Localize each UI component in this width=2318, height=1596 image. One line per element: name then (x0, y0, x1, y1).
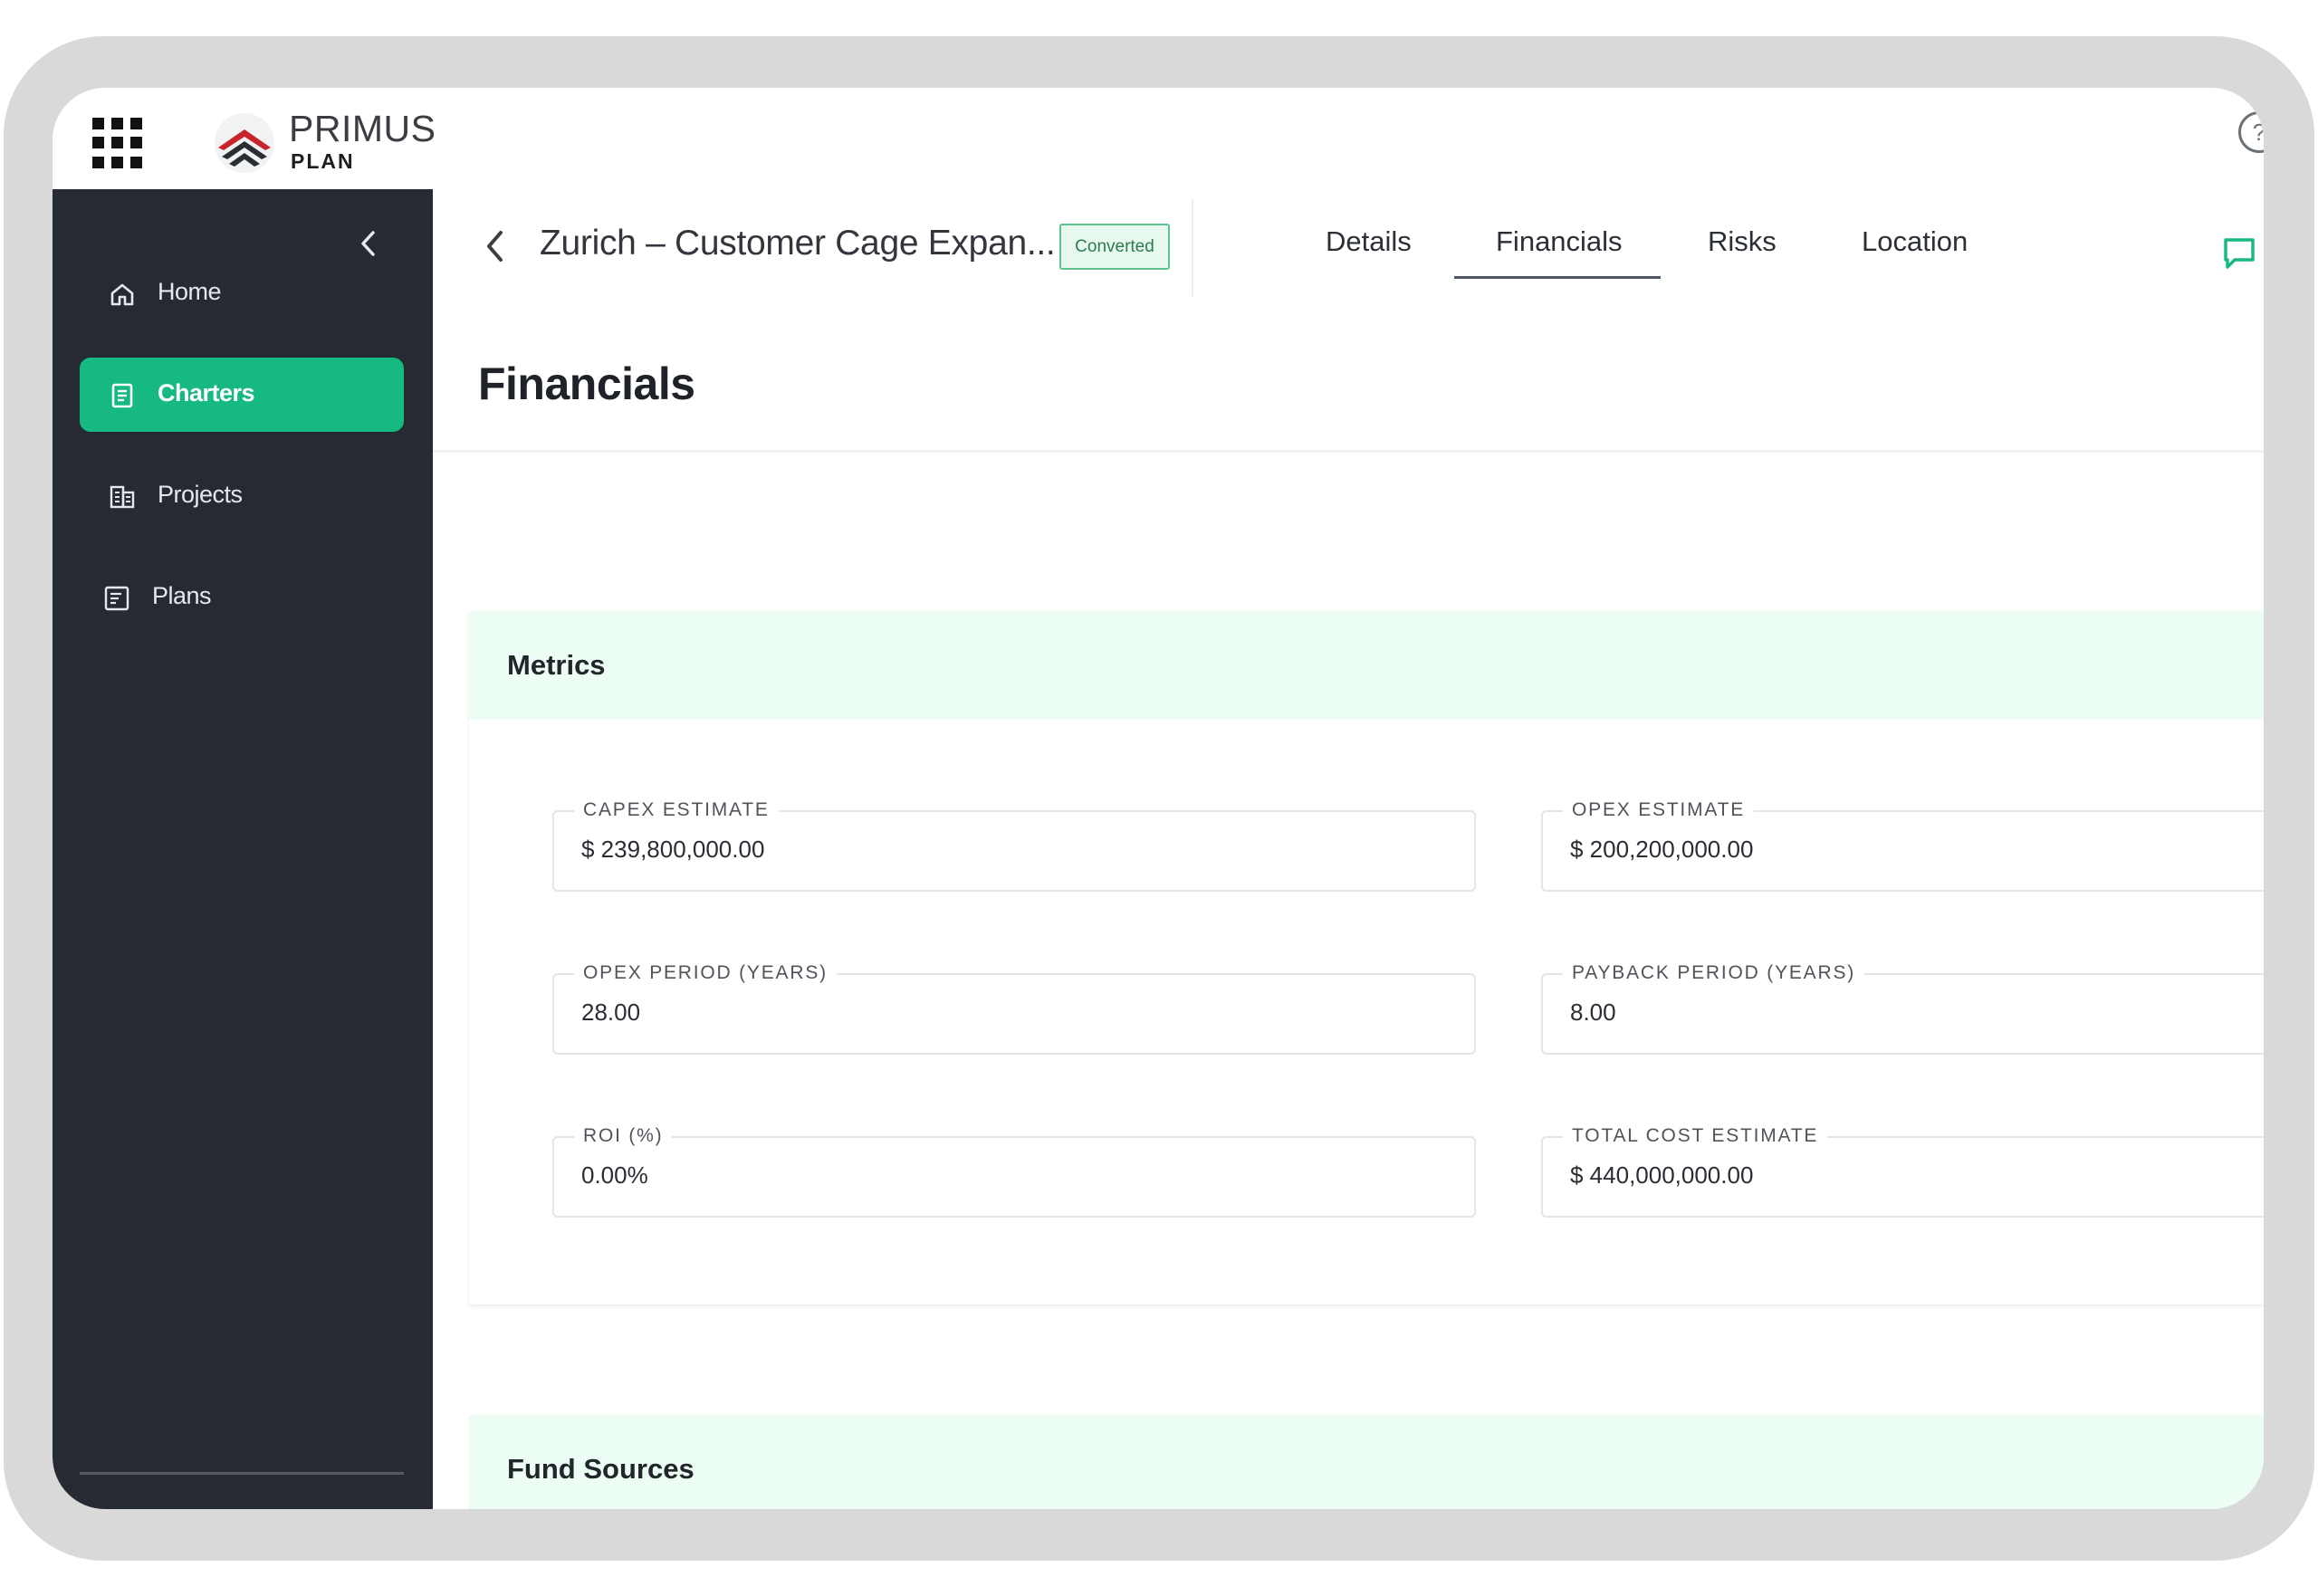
field-label: ROI (%) (574, 1125, 673, 1147)
metrics-card-header: Metrics (469, 611, 2264, 720)
building-icon (110, 485, 135, 509)
app-launcher-icon[interactable] (92, 118, 143, 168)
sidebar-item-projects[interactable]: Projects (80, 459, 404, 533)
field-value: 28.00 (581, 999, 641, 1026)
tab-risks[interactable]: Risks (1708, 225, 1777, 258)
chat-comment-icon[interactable] (2220, 234, 2258, 272)
sidebar: Home Charters Projects Plans (53, 189, 433, 1509)
field-value: 0.00% (581, 1161, 648, 1189)
sidebar-item-label: Projects (158, 481, 243, 508)
field-label: TOTAL COST ESTIMATE (1563, 1125, 1828, 1147)
logo-mark-icon (215, 113, 274, 173)
tab-location[interactable]: Location (1862, 225, 1968, 258)
list-icon (104, 586, 129, 611)
document-icon (111, 383, 133, 408)
sidebar-item-plans[interactable]: Plans (80, 560, 404, 635)
metrics-card: Metrics CAPEX ESTIMATE $ 239,800,000.00 … (469, 611, 2264, 1305)
field-label: PAYBACK PERIOD (YEARS) (1563, 962, 1865, 984)
help-circle-icon[interactable]: ? (2238, 111, 2264, 153)
field-value: $ 239,800,000.00 (581, 836, 765, 863)
home-icon (110, 283, 134, 306)
fund-sources-card: Fund Sources (469, 1415, 2264, 1509)
header-divider (1192, 198, 1193, 296)
charter-header: Zurich – Customer Cage Expan... Converte… (433, 189, 2264, 307)
sidebar-item-charters[interactable]: Charters (80, 358, 404, 432)
roi-field[interactable]: ROI (%) 0.00% (552, 1125, 1476, 1218)
sidebar-divider (80, 1472, 404, 1475)
fund-sources-title: Fund Sources (507, 1453, 694, 1485)
tab-financials[interactable]: Financials (1496, 225, 1623, 258)
brand-name: PRIMUS (289, 108, 436, 149)
field-label: OPEX PERIOD (YEARS) (574, 962, 837, 984)
sidebar-item-label: Home (158, 278, 222, 305)
opex-estimate-field[interactable]: OPEX ESTIMATE $ 200,200,000.00 (1541, 799, 2264, 892)
page-header: Financials (433, 305, 2264, 453)
charter-title: Zurich – Customer Cage Expan... (540, 224, 1056, 263)
field-value: 8.00 (1570, 999, 1616, 1026)
back-chevron-left-icon[interactable] (478, 224, 511, 269)
app-screen: PRIMUS PLAN ? Home Charters (53, 88, 2264, 1509)
field-value: $ 200,200,000.00 (1570, 836, 1754, 863)
active-tab-indicator (1454, 276, 1661, 279)
top-bar: PRIMUS PLAN ? (53, 88, 2264, 189)
total-cost-estimate-field[interactable]: TOTAL COST ESTIMATE $ 440,000,000.00 (1541, 1125, 2264, 1218)
brand-subname: PLAN (291, 149, 355, 173)
metrics-title: Metrics (507, 649, 606, 681)
sidebar-item-label: Charters (158, 379, 255, 406)
status-badge: Converted (1059, 224, 1170, 270)
field-value: $ 440,000,000.00 (1570, 1161, 1754, 1189)
sidebar-item-label: Plans (152, 582, 212, 609)
tab-details[interactable]: Details (1326, 225, 1412, 258)
page-title: Financials (478, 358, 695, 409)
field-label: CAPEX ESTIMATE (574, 799, 779, 821)
logo[interactable]: PRIMUS PLAN (213, 106, 439, 178)
fund-sources-card-header: Fund Sources (469, 1415, 2264, 1509)
field-label: OPEX ESTIMATE (1563, 799, 1755, 821)
capex-estimate-field[interactable]: CAPEX ESTIMATE $ 239,800,000.00 (552, 799, 1476, 892)
opex-period-field[interactable]: OPEX PERIOD (YEARS) 28.00 (552, 962, 1476, 1055)
payback-period-field[interactable]: PAYBACK PERIOD (YEARS) 8.00 (1541, 962, 2264, 1055)
sidebar-item-home[interactable]: Home (80, 256, 404, 330)
main-content: Zurich – Customer Cage Expan... Converte… (433, 189, 2264, 1509)
